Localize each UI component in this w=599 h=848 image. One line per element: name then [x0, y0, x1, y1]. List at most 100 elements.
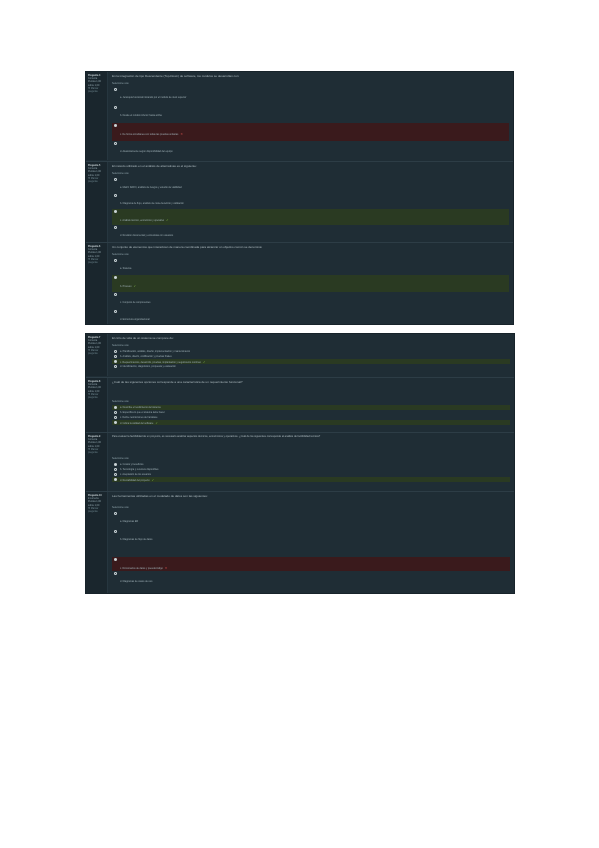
question-block: Pregunta 10 Incorrecta Puntúa 1,00 sobre…: [86, 491, 514, 593]
option-label: a. Matriz DAFO, análisis de riesgos y es…: [120, 186, 182, 189]
answer-option-correct[interactable]: d. Rentabilidad del proyecto ✓: [112, 477, 510, 482]
radio-button[interactable]: [114, 468, 117, 471]
option-label: b. Diagramas de flujo de datos: [120, 538, 153, 541]
option-label: a. Jerarquía funcional iniciando por el …: [120, 96, 187, 99]
answer-option[interactable]: c. Conjunto de componentes: [112, 292, 509, 309]
radio-button[interactable]: [114, 178, 117, 181]
question-text: Las herramientas utilizadas en el modela…: [112, 494, 208, 498]
answer-option[interactable]: a. Jerarquía funcional iniciando por el …: [112, 87, 509, 105]
flag-label: Marcar pregunta: [88, 447, 99, 455]
question-info: Pregunta 9 Correcta Puntúa 1,00 sobre 1,…: [86, 433, 108, 491]
answer-option[interactable]: b. Diagramas de flujo de datos: [112, 529, 510, 553]
answer-option[interactable]: a. Sistema: [112, 258, 509, 275]
option-label: c. Define restricciones de hardware: [120, 416, 158, 419]
radio-button[interactable]: [114, 365, 117, 368]
option-label: a. Costos y beneficios: [120, 463, 144, 466]
radio-button[interactable]: [114, 226, 117, 229]
answer-option[interactable]: d. Aleatoriamente según disponibilidad d…: [112, 141, 509, 159]
radio-button[interactable]: [114, 259, 117, 262]
question-block: Pregunta 9 Correcta Puntúa 1,00 sobre 1,…: [86, 432, 514, 491]
radio-button[interactable]: [114, 355, 117, 358]
flag-label: Marcar pregunta: [88, 506, 99, 514]
option-label: c. Conjunto de componentes: [120, 301, 151, 304]
answer-option[interactable]: d. Estructura organizacional: [112, 309, 509, 324]
answer-option-correct[interactable]: c. Análisis técnico, económico y operati…: [112, 209, 509, 225]
select-one-label: Seleccione una:: [112, 506, 130, 509]
radio-button[interactable]: [114, 473, 117, 476]
question-info: Pregunta 5 Correcta Puntúa 1,00 sobre 1,…: [86, 162, 108, 242]
radio-button-selected[interactable]: [114, 406, 117, 409]
flag-question-link[interactable]: ⚑ Marcar pregunta: [88, 507, 105, 513]
question-info: Pregunta 4 Correcta Puntúa 1,00 sobre 1,…: [86, 72, 108, 160]
radio-button[interactable]: [114, 411, 117, 414]
radio-button-selected[interactable]: [114, 558, 117, 561]
check-icon: ✓: [166, 218, 169, 222]
option-label: b. Especifica lo que el sistema debe hac…: [120, 411, 165, 414]
flag-question-link[interactable]: ⚑ Marcar pregunta: [88, 177, 105, 183]
answer-option[interactable]: d. Revisión documental y entrevistas con…: [112, 225, 509, 241]
answer-option[interactable]: a. Diagramas ER: [112, 511, 510, 529]
radio-button-selected[interactable]: [114, 421, 117, 424]
select-one-label: Seleccione una:: [112, 457, 130, 460]
radio-button[interactable]: [114, 512, 117, 515]
option-label: b. Proceso: [120, 285, 132, 288]
option-label: c. Aceptación de los usuarios: [120, 473, 151, 476]
answer-option[interactable]: d. Diagramas de casos de uso: [112, 571, 510, 585]
option-label: a. Diagramas ER: [120, 520, 139, 523]
check-icon: ✓: [151, 478, 155, 482]
radio-button-selected[interactable]: [114, 210, 117, 213]
question-text: El ciclo de vida de un sistema se compon…: [112, 336, 174, 340]
radio-button[interactable]: [114, 572, 117, 575]
flag-question-link[interactable]: ⚑ Marcar pregunta: [88, 349, 105, 355]
radio-button[interactable]: [114, 463, 117, 466]
check-icon: ✓: [202, 360, 206, 364]
flag-question-link[interactable]: ⚑ Marcar pregunta: [88, 393, 105, 399]
radio-button-selected[interactable]: [114, 360, 117, 363]
question-block: Pregunta 4 Correcta Puntúa 1,00 sobre 1,…: [86, 72, 513, 160]
radio-button[interactable]: [114, 293, 117, 296]
radio-button-selected[interactable]: [114, 124, 117, 127]
option-label: c. De forma simultánea con todas las pru…: [120, 133, 179, 136]
incorrect-icon: ✕: [180, 132, 183, 136]
question-info: Pregunta 6 Correcta Puntúa 1,00 sobre 1,…: [86, 243, 108, 324]
quiz-screenshot-2: Pregunta 7 Correcta Puntúa 1,00 sobre 1,…: [86, 334, 514, 593]
question-content: En la integración de tipo Descendente (T…: [108, 72, 513, 160]
radio-button[interactable]: [114, 106, 117, 109]
answer-option-incorrect[interactable]: c. Diccionarios de datos y pseudocódigo ✕: [112, 557, 510, 571]
radio-button[interactable]: [114, 310, 117, 313]
option-label: b. Desde el módulo inferior hacia arriba: [120, 114, 162, 117]
radio-button-selected[interactable]: [114, 478, 117, 481]
radio-button[interactable]: [114, 416, 117, 419]
flag-label: Marcar pregunta: [88, 176, 99, 184]
select-one-label: Seleccione una:: [112, 82, 130, 85]
question-text: Para evaluar la factibilidad de un proye…: [112, 435, 321, 438]
option-label: a. Describe el rendimiento del sistema: [120, 406, 161, 409]
question-info: Pregunta 8 Correcta Puntúa 1,00 sobre 1,…: [86, 378, 108, 432]
answer-option[interactable]: d. Identificación, diagnóstico, propuest…: [112, 364, 510, 369]
question-content: El ciclo de vida de un sistema se compon…: [108, 334, 514, 376]
question-block: Pregunta 6 Correcta Puntúa 1,00 sobre 1,…: [86, 242, 513, 324]
answer-option-correct[interactable]: b. Proceso ✓: [112, 275, 509, 292]
flag-question-link[interactable]: ⚑ Marcar pregunta: [88, 448, 105, 454]
radio-button[interactable]: [114, 530, 117, 533]
flag-question-link[interactable]: ⚑ Marcar pregunta: [88, 258, 105, 264]
option-label: d. Revisión documental y entrevistas con…: [120, 234, 174, 237]
radio-button-selected[interactable]: [114, 276, 117, 279]
answer-option-correct[interactable]: d. Indica la calidad del software ✓: [112, 420, 510, 425]
option-label: a. Sistema: [120, 267, 132, 270]
answer-option[interactable]: b. Desde el módulo inferior hacia arriba: [112, 105, 509, 123]
option-label: c. Requerimientos, desarrollo, pruebas, …: [120, 361, 201, 364]
incorrect-icon: ✕: [164, 566, 168, 570]
answer-option[interactable]: a. Matriz DAFO, análisis de riesgos y es…: [112, 177, 509, 193]
radio-button[interactable]: [114, 142, 117, 145]
answer-option-incorrect[interactable]: c. De forma simultánea con todas las pru…: [112, 123, 509, 141]
flag-label: Marcar pregunta: [88, 392, 99, 400]
select-one-label: Seleccione una:: [112, 172, 130, 175]
radio-button[interactable]: [114, 194, 117, 197]
question-info: Pregunta 7 Correcta Puntúa 1,00 sobre 1,…: [86, 334, 108, 376]
answer-option[interactable]: b. Diagrama de flujo, análisis de coste-…: [112, 193, 509, 209]
radio-button[interactable]: [114, 88, 117, 91]
radio-button[interactable]: [114, 350, 117, 353]
flag-question-link[interactable]: ⚑ Marcar pregunta: [88, 87, 105, 93]
option-label: c. Análisis técnico, económico y operati…: [120, 219, 165, 222]
